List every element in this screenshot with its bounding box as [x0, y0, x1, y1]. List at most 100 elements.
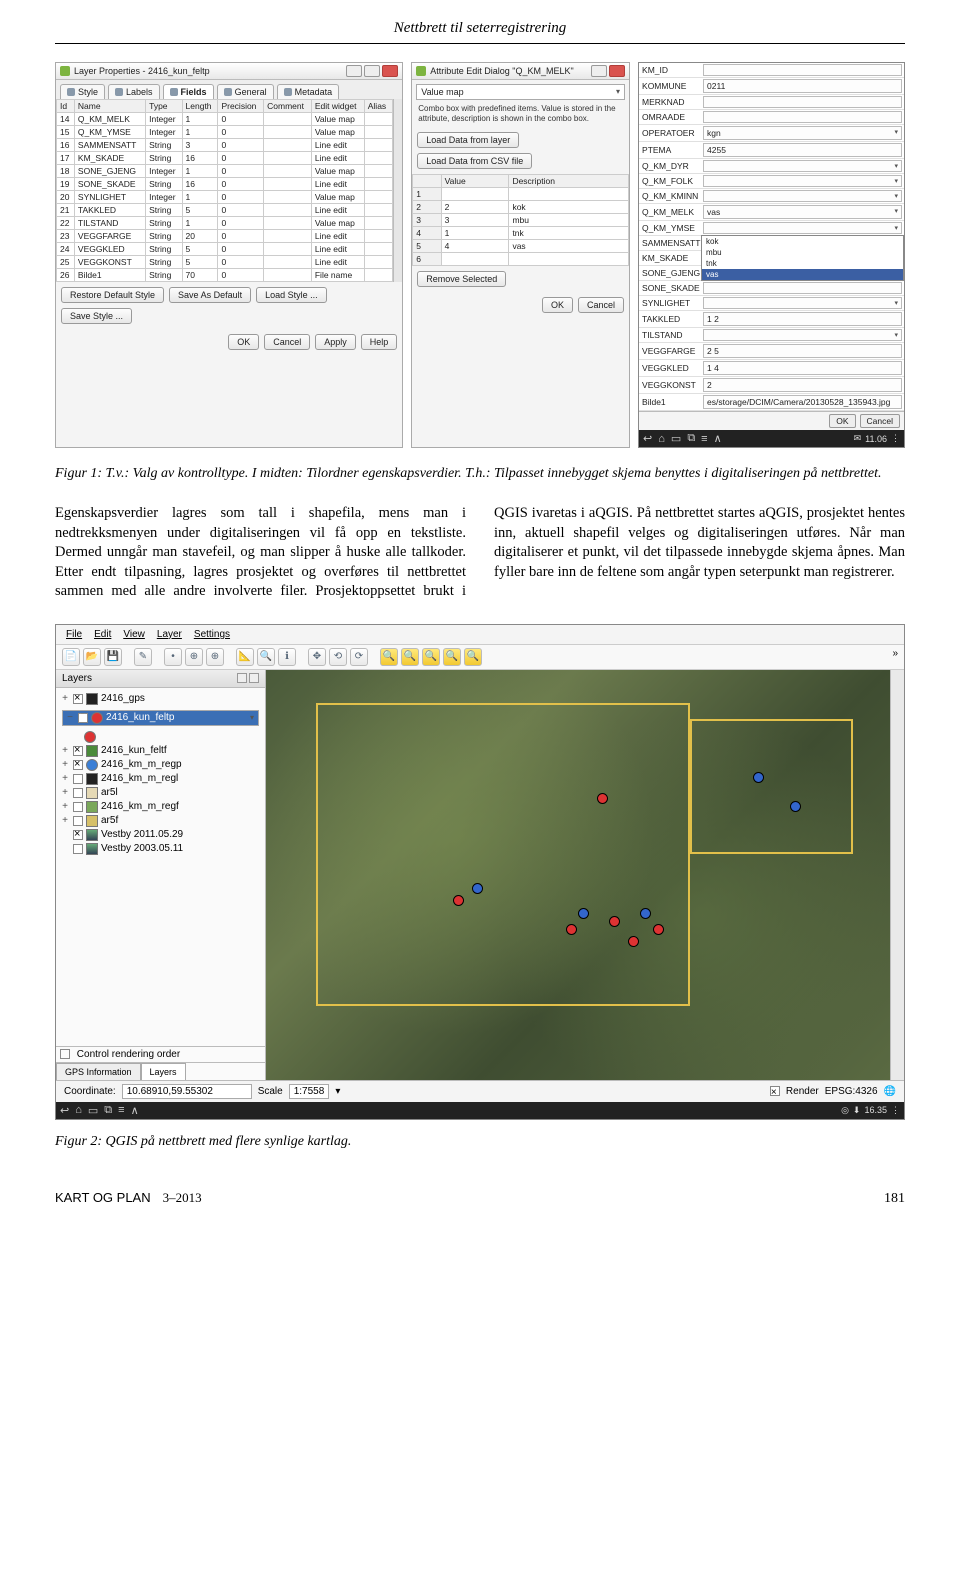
layer-checkbox[interactable]: [73, 802, 83, 812]
layer-item[interactable]: +2416_km_m_regl: [58, 772, 263, 786]
expand-icon[interactable]: +: [60, 693, 70, 704]
point-marker-red[interactable]: [653, 924, 664, 935]
ok-button[interactable]: OK: [542, 297, 573, 313]
col-header[interactable]: Id: [57, 100, 75, 113]
layer-checkbox[interactable]: [73, 694, 83, 704]
table-row[interactable]: 21TAKKLEDString50Line edit: [57, 204, 393, 217]
window-controls[interactable]: [591, 65, 625, 77]
toolbar-button[interactable]: ✎: [134, 648, 152, 666]
point-marker-blue[interactable]: [472, 883, 483, 894]
rendering-order-checkbox[interactable]: [60, 1049, 70, 1059]
field-input[interactable]: 0211: [703, 79, 902, 93]
col-header[interactable]: Value: [441, 175, 509, 188]
crs-label[interactable]: EPSG:4326: [825, 1086, 878, 1097]
table-row[interactable]: 17KM_SKADEString160Line edit: [57, 152, 393, 165]
layer-item[interactable]: −2416_kun_feltp: [62, 710, 259, 726]
cancel-button[interactable]: Cancel: [264, 334, 310, 350]
panel-tab[interactable]: Layers: [141, 1063, 186, 1080]
value-map-table[interactable]: ValueDescription122kok33mbu41tnk54vas6: [412, 174, 629, 266]
field-input[interactable]: [703, 190, 902, 202]
table-row[interactable]: 18SONE_GJENGInteger10Value map: [57, 165, 393, 178]
widget-type-select[interactable]: Value map: [416, 84, 625, 100]
col-header[interactable]: Precision: [218, 100, 264, 113]
col-header[interactable]: Type: [146, 100, 182, 113]
point-marker-red[interactable]: [609, 916, 620, 927]
table-row[interactable]: 6: [413, 253, 629, 266]
toolbar-button[interactable]: 🔍: [257, 648, 275, 666]
toolbar-button[interactable]: ✥: [308, 648, 326, 666]
table-row[interactable]: 22kok: [413, 201, 629, 214]
toolbar-button[interactable]: ⊕: [206, 648, 224, 666]
dropdown-item[interactable]: vas: [702, 269, 903, 280]
field-input[interactable]: 1 4: [703, 361, 902, 375]
table-row[interactable]: 25VEGGKONSTString50Line edit: [57, 256, 393, 269]
ok-button[interactable]: OK: [228, 334, 259, 350]
table-row[interactable]: 16SAMMENSATTString30Line edit: [57, 139, 393, 152]
menu-edit[interactable]: Edit: [94, 629, 111, 640]
panel-tab[interactable]: GPS Information: [56, 1063, 141, 1080]
table-row[interactable]: 26Bilde1String700File name: [57, 269, 393, 282]
toolbar-button[interactable]: 🔍: [422, 648, 440, 666]
tab-fields[interactable]: Fields: [163, 84, 214, 99]
window-controls[interactable]: [346, 65, 398, 77]
load-data-from-layer-button[interactable]: Load Data from layer: [417, 132, 519, 148]
expand-icon[interactable]: +: [60, 745, 70, 756]
restore-default-style-button[interactable]: Restore Default Style: [61, 287, 164, 303]
scrollbar[interactable]: [393, 99, 403, 282]
table-row[interactable]: 19SONE_SKADEString160Line edit: [57, 178, 393, 191]
point-marker-red[interactable]: [597, 793, 608, 804]
close-icon[interactable]: [609, 65, 625, 77]
minimize-icon[interactable]: [346, 65, 362, 77]
scrollbar[interactable]: [890, 670, 904, 1080]
field-input[interactable]: [703, 329, 902, 341]
field-input[interactable]: 2: [703, 378, 902, 392]
screenshot-icon[interactable]: ⧉: [104, 1104, 112, 1117]
col-header[interactable]: Name: [74, 100, 145, 113]
field-input[interactable]: [703, 111, 902, 123]
toolbar-button[interactable]: ⟲: [329, 648, 347, 666]
field-input[interactable]: [703, 96, 902, 108]
map-canvas[interactable]: [266, 670, 890, 1080]
layer-item[interactable]: +2416_km_m_regf: [58, 800, 263, 814]
undock-icon[interactable]: [237, 673, 247, 683]
point-marker-red[interactable]: [566, 924, 577, 935]
expand-icon[interactable]: +: [60, 787, 70, 798]
point-marker-blue[interactable]: [578, 908, 589, 919]
field-input[interactable]: es/storage/DCIM/Camera/20130528_135943.j…: [703, 395, 902, 409]
field-input[interactable]: 2 5: [703, 344, 902, 358]
scale-lock-icon[interactable]: ▾: [335, 1086, 340, 1097]
col-header[interactable]: Comment: [264, 100, 312, 113]
layer-item[interactable]: +ar5f: [58, 814, 263, 828]
toolbar-button[interactable]: ℹ: [278, 648, 296, 666]
table-row[interactable]: 23VEGGFARGEString200Line edit: [57, 230, 393, 243]
col-header[interactable]: [413, 175, 441, 188]
table-row[interactable]: 33mbu: [413, 214, 629, 227]
field-input[interactable]: kgn: [703, 126, 902, 140]
table-row[interactable]: 15Q_KM_YMSEInteger10Value map: [57, 126, 393, 139]
toolbar-button[interactable]: 🔍: [380, 648, 398, 666]
col-header[interactable]: Length: [182, 100, 218, 113]
expand-icon[interactable]: +: [60, 759, 70, 770]
coord-value[interactable]: 10.68910,59.55302: [122, 1084, 252, 1099]
field-input[interactable]: [703, 282, 902, 294]
remove-selected-button[interactable]: Remove Selected: [417, 271, 506, 287]
save-as-default-button[interactable]: Save As Default: [169, 287, 251, 303]
layer-item[interactable]: Vestby 2003.05.11: [58, 842, 263, 856]
layer-item[interactable]: +2416_km_m_regp: [58, 758, 263, 772]
toolbar-button[interactable]: 📐: [236, 648, 254, 666]
table-row[interactable]: 54vas: [413, 240, 629, 253]
ok-button[interactable]: OK: [829, 414, 855, 428]
dropdown-list[interactable]: kokmbutnkvas: [701, 235, 904, 281]
layer-item[interactable]: +2416_gps: [58, 692, 263, 706]
dropdown-item[interactable]: kok: [702, 236, 903, 247]
layer-item[interactable]: Vestby 2011.05.29: [58, 828, 263, 842]
tab-metadata[interactable]: Metadata: [277, 84, 340, 99]
dropdown-item[interactable]: mbu: [702, 247, 903, 258]
field-input[interactable]: [703, 222, 902, 234]
toolbar-button[interactable]: ⊕: [185, 648, 203, 666]
table-row[interactable]: 1: [413, 188, 629, 201]
tab-labels[interactable]: Labels: [108, 84, 160, 99]
help-icon[interactable]: [591, 65, 607, 77]
expand-icon[interactable]: +: [60, 815, 70, 826]
field-input[interactable]: vas: [703, 205, 902, 219]
